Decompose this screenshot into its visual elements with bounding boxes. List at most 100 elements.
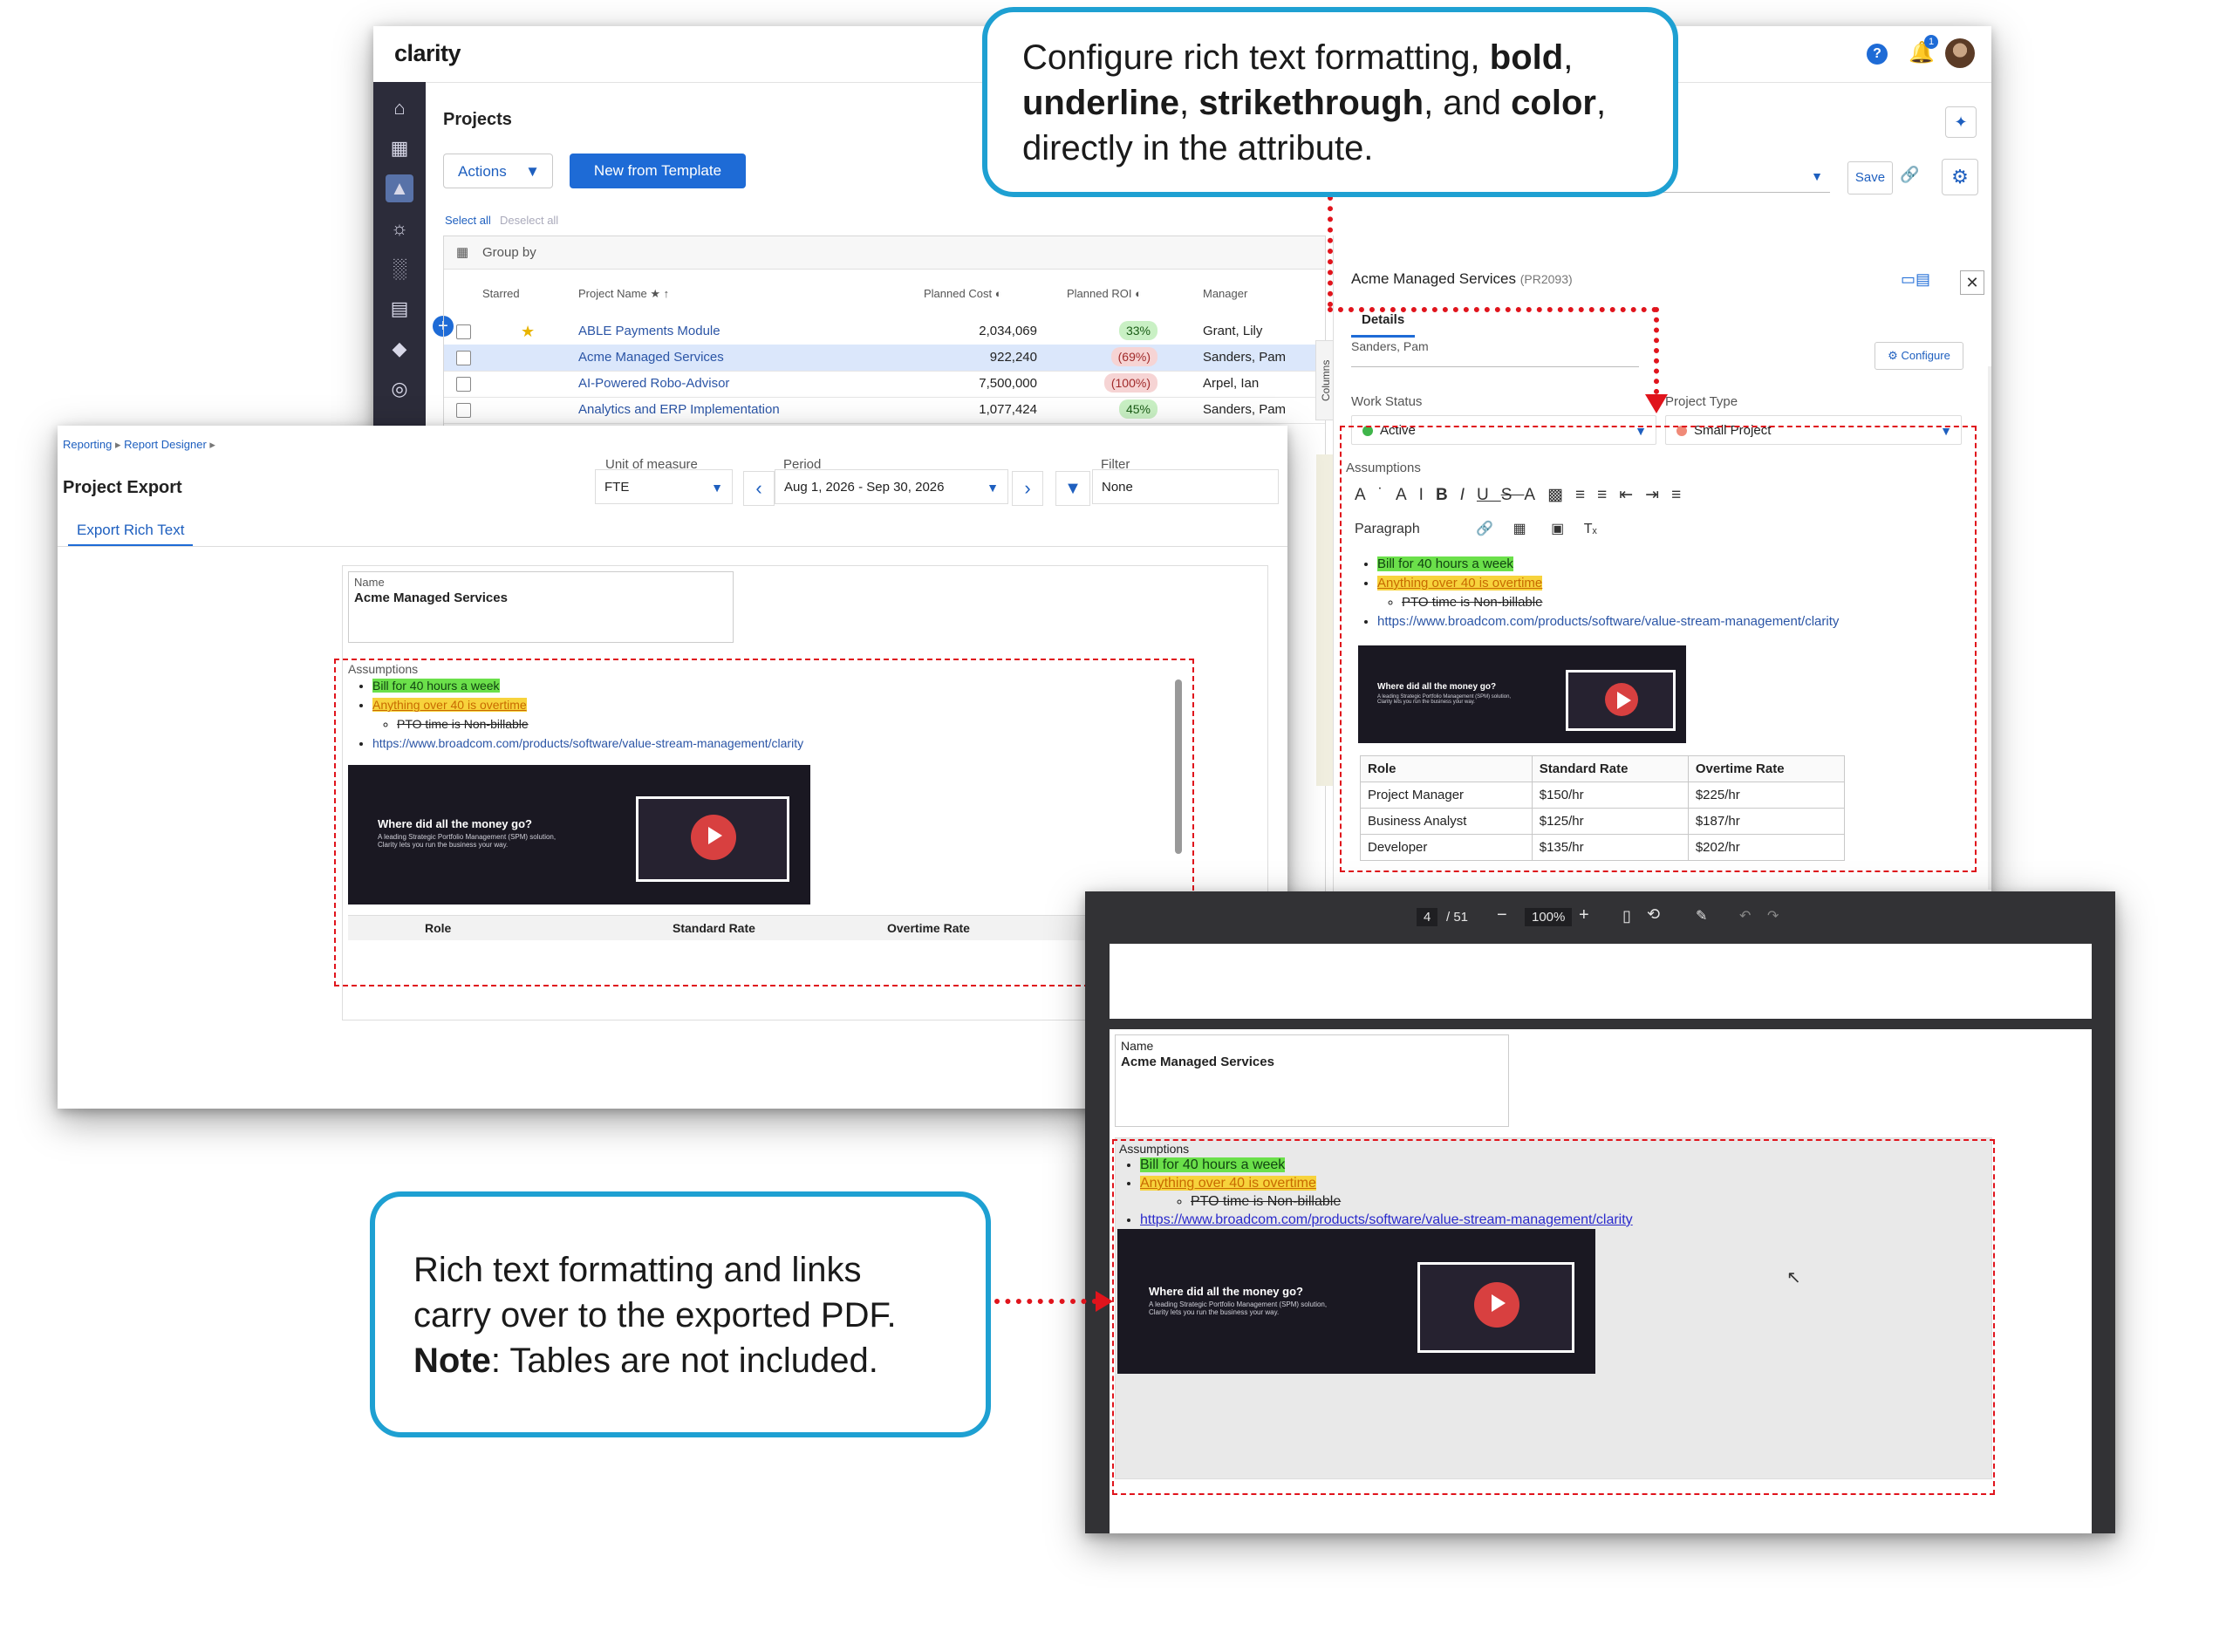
roi-pill: 33% <box>1118 321 1157 340</box>
lightbulb-icon[interactable]: ☼ <box>386 215 413 242</box>
table-row[interactable]: Analytics and ERP Implementation 1,077,4… <box>444 397 1325 424</box>
unit-select[interactable]: FTE ▼ <box>595 469 733 504</box>
deselect-all-link[interactable]: Deselect all <box>500 214 558 227</box>
caret-down-icon: ▼ <box>525 163 540 180</box>
manager: Sanders, Pam <box>1203 402 1287 417</box>
pdf-toolbar: 4 / 51 − 100% + ▯ ⟲ ✎ ↶ ↷ <box>1085 891 2115 944</box>
select-all-link[interactable]: Select all <box>445 214 491 227</box>
arrow-down-icon <box>1645 394 1668 413</box>
notification-badge: 1 <box>1924 35 1938 49</box>
panel-scrollbar[interactable] <box>1988 366 1991 890</box>
planned-cost: 7,500,000 <box>979 376 1037 391</box>
zoom-out-icon[interactable]: − <box>1497 905 1507 925</box>
diamond-icon[interactable]: ◆ <box>386 335 413 363</box>
clarity-logo[interactable]: clarity <box>394 40 461 67</box>
fit-page-icon[interactable]: ▯ <box>1622 907 1631 925</box>
connector-line <box>1328 195 1333 307</box>
actions-button[interactable]: Actions ▼ <box>443 154 553 188</box>
grid-icon[interactable]: ▦ <box>386 134 413 162</box>
gear-icon[interactable]: ⚙ <box>1942 159 1978 195</box>
close-icon[interactable]: ✕ <box>1960 270 1984 295</box>
new-from-template-button[interactable]: New from Template <box>570 154 746 188</box>
col-manager[interactable]: Manager <box>1203 270 1247 318</box>
editor-highlight-box <box>1340 426 1977 872</box>
caret-down-icon: ▼ <box>711 481 723 495</box>
col-project-name[interactable]: Project Name ★ ↑ <box>578 270 669 318</box>
ai-sparkle-button[interactable]: ✦ <box>1945 106 1977 138</box>
configure-button[interactable]: ⚙ Configure <box>1874 342 1963 370</box>
table-row[interactable]: Acme Managed Services 922,240 (69%) Sand… <box>444 345 1325 372</box>
period-select[interactable]: Aug 1, 2026 - Sep 30, 2026 ▼ <box>775 469 1008 504</box>
period-next-button[interactable]: › <box>1012 471 1043 506</box>
name-label: Name <box>1121 1039 1154 1053</box>
page-total: / 51 <box>1446 910 1469 925</box>
period-prev-button[interactable]: ‹ <box>743 471 775 506</box>
connector-line <box>1654 307 1659 394</box>
filter-icon[interactable]: ▼ <box>1055 471 1090 506</box>
info-icon: ◐ <box>994 287 1002 300</box>
breadcrumb-reporting[interactable]: Reporting <box>63 438 112 451</box>
avatar[interactable] <box>1945 38 1975 68</box>
roi-cell: (100%) <box>1067 371 1157 397</box>
name-value: Acme Managed Services <box>354 590 508 605</box>
planned-cost: 2,034,069 <box>979 324 1037 338</box>
rotate-icon[interactable]: ⟲ <box>1647 905 1660 924</box>
col-planned-roi[interactable]: Planned ROI ◐ <box>1067 270 1142 318</box>
work-status-label: Work Status <box>1351 394 1423 409</box>
home-icon[interactable]: ⌂ <box>386 94 413 122</box>
view-select[interactable]: ▼ <box>1656 166 1830 193</box>
detail-title: Acme Managed Services (PR2093) <box>1351 270 1573 287</box>
sign-icon[interactable]: ✎ <box>1696 907 1707 925</box>
info-icon: ◐ <box>1135 287 1142 300</box>
connector-line <box>1328 307 1657 312</box>
roi-pill: (69%) <box>1110 347 1157 366</box>
report-title: Project Export <box>63 478 182 497</box>
name-field-box: Name Acme Managed Services <box>348 571 734 643</box>
manager: Grant, Lily <box>1203 324 1263 338</box>
manager-field[interactable]: Sanders, Pam <box>1351 342 1639 367</box>
tab-export-rich-text[interactable]: Export Rich Text <box>68 516 194 547</box>
breadcrumb: Reporting ▸ Report Designer ▸ <box>63 438 215 452</box>
link-icon[interactable]: 🔗 <box>1900 166 1919 184</box>
page-number-input[interactable]: 4 <box>1417 908 1438 926</box>
pdf-page <box>1110 944 2092 1019</box>
zoom-input[interactable]: 100% <box>1525 908 1573 926</box>
layout-toggle-icon[interactable]: ▭▤ <box>1901 270 1930 289</box>
caret-down-icon: ▼ <box>1811 169 1823 183</box>
star-sort-icon: ★ ↑ <box>650 287 670 300</box>
manager: Sanders, Pam <box>1203 350 1287 365</box>
divider <box>58 546 1287 547</box>
col-starred[interactable]: Starred <box>482 270 520 318</box>
roi-pill: (100%) <box>1103 373 1157 393</box>
table-row[interactable]: AI-Powered Robo-Advisor 7,500,000 (100%)… <box>444 371 1325 398</box>
roi-cell: 45% <box>1067 397 1157 423</box>
zoom-in-icon[interactable]: + <box>1579 905 1589 925</box>
col-planned-cost[interactable]: Planned Cost ◐ <box>924 270 1002 318</box>
bottom-callout: Rich text formatting and links carry ove… <box>370 1191 991 1437</box>
arrow-right-icon <box>1096 1291 1113 1312</box>
report-highlight-box <box>334 659 1194 986</box>
target-icon[interactable]: ◎ <box>386 375 413 403</box>
manager: Arpel, Ian <box>1203 376 1260 391</box>
roi-pill: 45% <box>1118 399 1157 419</box>
planned-cost: 922,240 <box>989 350 1037 365</box>
filter-field[interactable]: None <box>1092 469 1279 504</box>
redo-icon[interactable]: ↷ <box>1767 907 1779 925</box>
help-icon[interactable]: ? <box>1867 44 1888 65</box>
roi-cell: (69%) <box>1067 345 1157 371</box>
gear-icon: ⚙ <box>1888 349 1902 362</box>
calendar-icon[interactable]: ▤ <box>386 295 413 323</box>
name-field-box: Name Acme Managed Services <box>1115 1034 1509 1127</box>
chart-area-icon[interactable]: ▲ <box>386 174 413 202</box>
group-icon: ▦ <box>456 245 469 260</box>
connector-line <box>994 1299 1097 1304</box>
roi-cell: 33% <box>1067 318 1157 345</box>
grid-scroll-area[interactable] <box>1316 454 1334 786</box>
breadcrumb-report-designer[interactable]: Report Designer <box>124 438 207 451</box>
save-button[interactable]: Save <box>1847 161 1893 195</box>
name-label: Name <box>354 576 385 589</box>
group-by-bar[interactable]: ▦ Group by <box>444 236 1325 270</box>
table-row[interactable]: ★ ABLE Payments Module 2,034,069 33% Gra… <box>444 318 1325 345</box>
bar-chart-icon[interactable]: ░ <box>386 255 413 283</box>
undo-icon[interactable]: ↶ <box>1739 907 1751 925</box>
